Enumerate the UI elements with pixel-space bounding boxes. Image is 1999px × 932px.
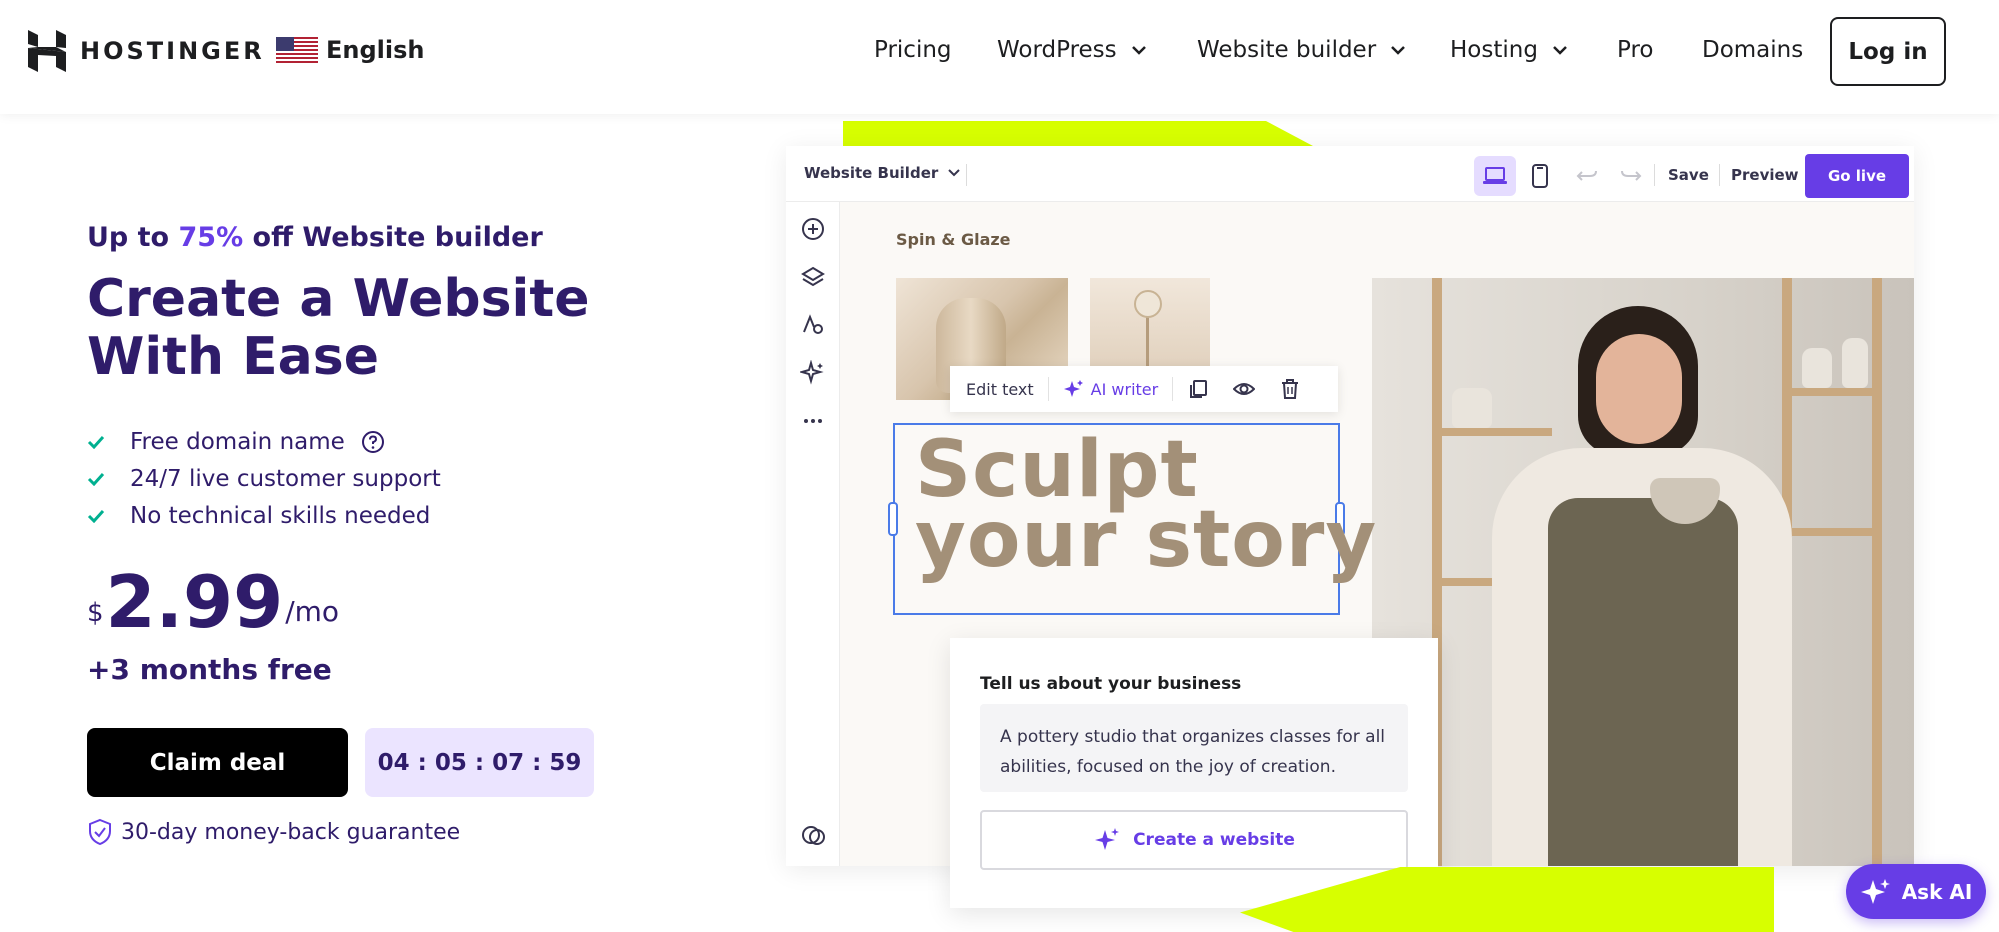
price: $ 2.99 /mo	[87, 566, 339, 638]
editor-sidebar	[786, 202, 840, 866]
desktop-view-button[interactable]	[1474, 156, 1516, 196]
selected-text-block[interactable]: Sculpt your story	[888, 423, 1376, 615]
nav-pricing[interactable]: Pricing	[874, 37, 952, 63]
login-button[interactable]: Log in	[1830, 17, 1946, 86]
mobile-view-button[interactable]	[1522, 156, 1558, 196]
assistant-face-icon[interactable]	[800, 822, 826, 848]
promo-prefix: Up to	[87, 222, 179, 253]
business-prompt-card: Tell us about your business A pottery st…	[950, 638, 1438, 908]
resize-handle-left[interactable]	[888, 502, 898, 536]
nav-wordpress[interactable]: WordPress	[997, 37, 1147, 63]
create-website-label: Create a website	[1133, 830, 1295, 850]
help-circle-icon[interactable]	[361, 430, 385, 454]
styles-icon[interactable]	[800, 312, 826, 338]
create-website-button[interactable]: Create a website	[980, 810, 1408, 870]
check-icon	[87, 472, 105, 486]
nav-domains[interactable]: Domains	[1702, 37, 1803, 63]
save-button[interactable]: Save	[1668, 166, 1709, 184]
mobile-icon	[1532, 164, 1548, 188]
feature-item: 24/7 live customer support	[87, 460, 441, 497]
chevron-down-icon	[1391, 46, 1406, 55]
check-icon	[87, 435, 105, 449]
eye-icon[interactable]	[1233, 378, 1256, 400]
nav-label: WordPress	[997, 37, 1117, 63]
nav-label: Website builder	[1197, 37, 1377, 63]
feature-list: Free domain name 24/7 live customer supp…	[87, 423, 441, 534]
language-selector[interactable]: English	[276, 36, 424, 64]
text-edit-toolbar: Edit text AI writer	[950, 366, 1338, 412]
promo-percent: 75%	[178, 222, 244, 253]
nav-hosting[interactable]: Hosting	[1450, 37, 1568, 63]
builder-label: Website Builder	[804, 164, 939, 182]
editor-toolbar: Website Builder Save Preview Go live	[786, 146, 1914, 202]
undo-icon[interactable]	[1576, 164, 1598, 186]
nav-label: Pricing	[874, 37, 952, 63]
guarantee-label: 30-day money-back guarantee	[121, 819, 461, 845]
shield-check-icon	[89, 818, 111, 846]
site-headline[interactable]: Sculpt your story	[915, 431, 1377, 579]
business-description-field[interactable]: A pottery studio that organizes classes …	[980, 704, 1408, 792]
feature-label: Free domain name	[130, 428, 345, 455]
copy-icon[interactable]	[1187, 378, 1209, 400]
redo-icon[interactable]	[1620, 164, 1642, 186]
ai-sparkles-icon	[1860, 878, 1890, 904]
go-live-button[interactable]: Go live	[1805, 154, 1909, 198]
feature-item: No technical skills needed	[87, 497, 441, 534]
price-period: /mo	[285, 595, 340, 628]
feature-label: 24/7 live customer support	[130, 465, 441, 492]
promo-suffix: off Website builder	[243, 222, 543, 253]
hero-headline: Create a Website With Ease	[87, 269, 590, 387]
potter-photo[interactable]	[1372, 278, 1914, 866]
site-name: Spin & Glaze	[896, 230, 1011, 249]
nav-pro[interactable]: Pro	[1617, 37, 1654, 63]
accent-shape	[843, 121, 1313, 146]
hostinger-logo-icon	[28, 30, 66, 72]
chevron-down-icon	[1553, 46, 1567, 55]
divider	[1719, 164, 1720, 186]
edit-text-button[interactable]: Edit text	[966, 380, 1034, 399]
nav-label: Pro	[1617, 37, 1654, 63]
language-label: English	[326, 36, 425, 64]
divider	[1654, 164, 1655, 186]
chevron-down-icon	[1131, 46, 1146, 55]
promo-text: Up to 75% off Website builder	[87, 222, 543, 253]
nav-label: Hosting	[1450, 37, 1538, 63]
chevron-down-icon	[948, 169, 960, 177]
preview-button[interactable]: Preview	[1731, 166, 1799, 184]
brand-name: HOSTINGER	[80, 37, 265, 65]
price-currency: $	[87, 598, 104, 628]
builder-dropdown[interactable]: Website Builder	[804, 164, 960, 182]
nav-label: Domains	[1702, 37, 1804, 63]
prompt-title: Tell us about your business	[980, 674, 1242, 694]
money-back-guarantee: 30-day money-back guarantee	[87, 818, 460, 846]
claim-deal-button[interactable]: Claim deal	[87, 728, 348, 797]
layers-icon[interactable]	[800, 264, 826, 290]
divider	[966, 164, 967, 186]
more-icon[interactable]	[800, 408, 826, 434]
add-icon[interactable]	[800, 216, 826, 242]
feature-item: Free domain name	[87, 423, 441, 460]
ai-sparkles-icon	[1063, 380, 1083, 397]
feature-label: No technical skills needed	[130, 502, 431, 529]
ask-ai-label: Ask AI	[1901, 879, 1973, 904]
countdown-timer: 04 : 05 : 07 : 59	[365, 728, 594, 797]
laptop-icon	[1483, 167, 1507, 184]
bonus-text: +3 months free	[87, 653, 332, 686]
hostinger-logo[interactable]: HOSTINGER	[28, 30, 265, 72]
ai-writer-label: AI writer	[1090, 379, 1159, 399]
site-header: HOSTINGER English Pricing WordPress Webs…	[0, 0, 1999, 114]
trash-icon[interactable]	[1279, 378, 1301, 400]
ai-sparkles-icon[interactable]	[800, 360, 826, 386]
price-amount: 2.99	[105, 560, 284, 644]
ask-ai-button[interactable]: Ask AI	[1846, 864, 1986, 919]
builder-preview: Website Builder Save Preview Go live Spi…	[786, 146, 1914, 908]
us-flag-icon	[276, 37, 318, 63]
ai-writer-button[interactable]: AI writer	[1063, 378, 1159, 400]
nav-website-builder[interactable]: Website builder	[1197, 37, 1406, 63]
ai-sparkles-icon	[1095, 828, 1120, 850]
check-icon	[87, 509, 105, 523]
